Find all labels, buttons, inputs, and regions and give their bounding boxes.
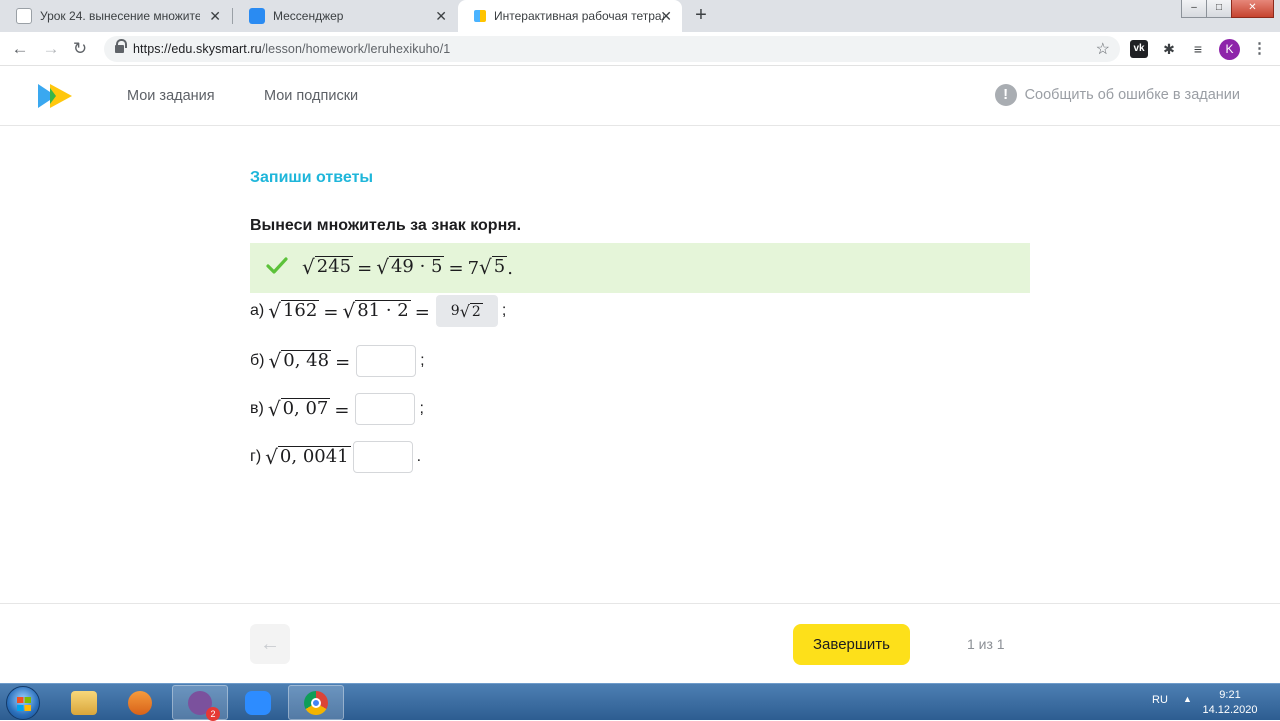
tab-messenger[interactable]: Мессенджер ✕ [233,0,457,32]
minimize-button[interactable]: – [1181,0,1207,18]
exercise-label: б) [250,352,265,369]
site-header: Мои задания Мои подписки ! Сообщить об о… [0,66,1280,126]
exercise-formula: √ 0, 0041 [265,444,351,469]
skysmart-icon [474,10,486,22]
task-instruction: Вынеси множитель за знак корня. [250,217,522,234]
forward-icon[interactable]: → [40,38,62,60]
reading-list-icon[interactable]: ≡ [1189,40,1207,58]
exclamation-icon: ! [994,84,1017,106]
example-block: √ 245 = √ 49 · 5 = 7 √ 5. [250,243,1030,293]
exercise-a: а) √ 162 = √ 81 · 2 = 9 √ 2 ; [250,294,506,328]
exercise-label: г) [250,448,262,465]
taskbar-zoom[interactable] [230,685,286,720]
previous-button[interactable]: ← [250,624,290,664]
tab-title: Мессенджер [273,9,344,23]
menu-dots-icon[interactable]: ⋮ [1252,39,1267,57]
url-text: https://edu.skysmart.ru/lesson/homework/… [133,42,451,56]
reload-icon[interactable]: ↻ [69,38,91,60]
system-clock[interactable]: 9:21 14.12.2020 [1200,688,1260,718]
tray-expand-icon[interactable]: ▲ [1183,694,1192,704]
nav-my-tasks[interactable]: Мои задания [127,88,215,104]
notification-badge: 2 [206,706,220,721]
exercise-g: г) √ 0, 0041 . [250,440,421,474]
new-tab-button[interactable]: + [689,4,713,28]
report-error-link[interactable]: ! Сообщить об ошибке в задании [994,84,1240,106]
exercise-v: в) √ 0, 07 = ; [250,392,424,426]
folder-icon [71,690,97,715]
vk-extension-icon[interactable]: vk [1130,40,1148,58]
lock-icon [115,39,127,54]
browser-tab-bar: Урок 24. вынесение множителя ✕ Мессендже… [0,0,1280,32]
windows-taskbar: 2 RU ▲ 9:21 14.12.2020 [0,683,1280,721]
example-formula: √ 245 = √ 49 · 5 = 7 √ 5. [302,255,513,279]
profile-avatar[interactable]: K [1219,39,1240,60]
task-footer: ← Завершить 1 из 1 [0,603,1280,683]
exercise-b: б) √ 0, 48 = ; [250,344,425,378]
back-icon[interactable]: ← [9,38,31,60]
bookmark-star-icon[interactable]: ☆ [1096,39,1110,59]
answer-input-b[interactable] [356,345,417,377]
viber-icon: 2 [188,690,220,721]
messenger-icon [249,8,265,24]
close-tab-icon[interactable]: ✕ [209,9,221,23]
maximize-button[interactable]: □ [1206,0,1232,18]
skysmart-logo[interactable] [38,84,72,108]
exercise-formula: √ 0, 48 = [268,348,351,373]
tab-workbook[interactable]: Интерактивная рабочая тетрадь ✕ [458,0,682,32]
checkmark-icon [266,257,288,274]
address-bar[interactable]: https://edu.skysmart.ru/lesson/homework/… [104,36,1120,62]
page-counter: 1 из 1 [967,636,1005,652]
document-icon [16,8,32,24]
exercise-label: а) [250,302,265,319]
browser-toolbar: ← → ↻ https://edu.skysmart.ru/lesson/hom… [0,32,1280,66]
tab-title: Урок 24. вынесение множителя [40,9,200,23]
close-tab-icon[interactable]: ✕ [660,9,672,23]
report-error-label: Сообщить об ошибке в задании [1024,87,1240,103]
taskbar-viber[interactable]: 2 [172,685,228,721]
language-indicator[interactable]: RU [1152,694,1168,706]
section-title: Запиши ответы [250,169,374,186]
answer-input-a[interactable]: 9 √ 2 [435,295,498,327]
chrome-icon [304,690,328,715]
exercise-formula: √ 162 = √ 81 · 2 = [268,298,430,323]
taskbar-media-player[interactable] [112,685,168,720]
close-window-button[interactable]: ✕ [1231,0,1274,18]
finish-button[interactable]: Завершить [793,624,910,665]
exercise-label: в) [250,400,264,417]
tab-lesson[interactable]: Урок 24. вынесение множителя ✕ [0,0,231,32]
exercise-formula: √ 0, 07 = [267,396,350,421]
zoom-icon [245,690,271,715]
taskbar-chrome[interactable] [288,685,344,720]
media-player-icon [128,690,152,715]
nav-my-subscriptions[interactable]: Мои подписки [264,88,358,104]
taskbar-explorer[interactable] [56,685,112,720]
puzzle-extensions-icon[interactable]: ✱ [1160,40,1178,58]
start-button[interactable] [6,686,40,720]
tab-title: Интерактивная рабочая тетрадь [494,9,664,23]
task-content: Запиши ответы Вынеси множитель за знак к… [250,127,1030,603]
answer-input-v[interactable] [355,393,416,425]
answer-input-g[interactable] [352,441,413,473]
close-tab-icon[interactable]: ✕ [435,9,447,23]
